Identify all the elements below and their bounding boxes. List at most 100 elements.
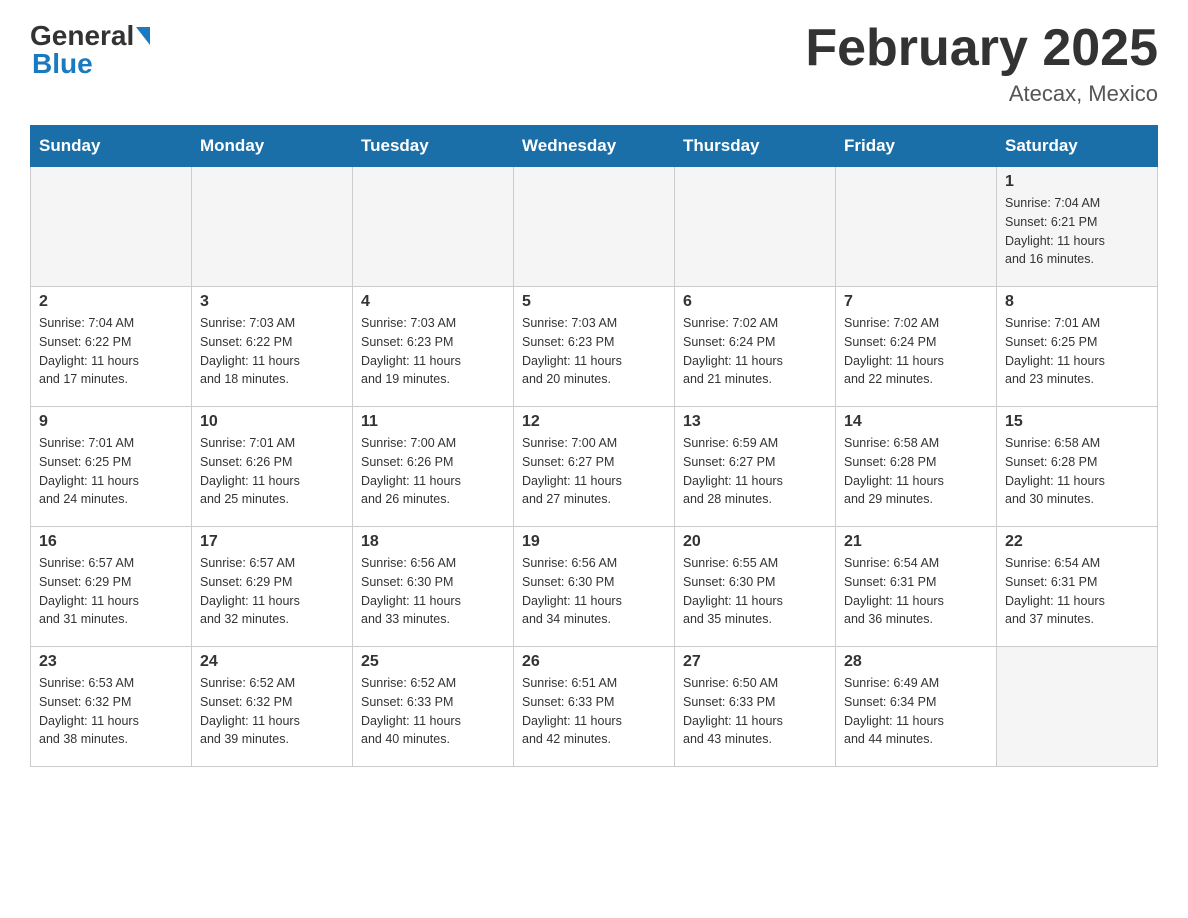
day-number: 28: [844, 653, 988, 671]
calendar-cell: 11 Sunrise: 7:00 AM Sunset: 6:26 PM Dayli…: [353, 407, 514, 527]
day-number: 20: [683, 533, 827, 551]
calendar-cell: 27 Sunrise: 6:50 AM Sunset: 6:33 PM Dayli…: [675, 647, 836, 767]
calendar-cell: 9 Sunrise: 7:01 AM Sunset: 6:25 PM Daylig…: [31, 407, 192, 527]
day-info: Sunrise: 6:52 AM Sunset: 6:33 PM Dayligh…: [361, 674, 505, 749]
calendar-cell: [31, 167, 192, 287]
calendar-cell: 17 Sunrise: 6:57 AM Sunset: 6:29 PM Dayli…: [192, 527, 353, 647]
calendar-week-row: 23 Sunrise: 6:53 AM Sunset: 6:32 PM Dayli…: [31, 647, 1158, 767]
weekday-header-row: Sunday Monday Tuesday Wednesday Thursday…: [31, 126, 1158, 167]
day-number: 14: [844, 413, 988, 431]
day-info: Sunrise: 7:04 AM Sunset: 6:22 PM Dayligh…: [39, 314, 183, 389]
calendar-cell: 7 Sunrise: 7:02 AM Sunset: 6:24 PM Daylig…: [836, 287, 997, 407]
calendar-cell: 2Sunrise: 7:04 AM Sunset: 6:22 PM Daylig…: [31, 287, 192, 407]
day-number: 9: [39, 413, 183, 431]
day-info: Sunrise: 7:01 AM Sunset: 6:26 PM Dayligh…: [200, 434, 344, 509]
header-thursday: Thursday: [675, 126, 836, 167]
calendar-cell: [192, 167, 353, 287]
calendar-cell: [997, 647, 1158, 767]
day-info: Sunrise: 6:53 AM Sunset: 6:32 PM Dayligh…: [39, 674, 183, 749]
calendar-cell: 28Sunrise: 6:49 AM Sunset: 6:34 PM Dayli…: [836, 647, 997, 767]
day-info: Sunrise: 7:00 AM Sunset: 6:26 PM Dayligh…: [361, 434, 505, 509]
day-number: 16: [39, 533, 183, 551]
header-monday: Monday: [192, 126, 353, 167]
calendar-cell: 24Sunrise: 6:52 AM Sunset: 6:32 PM Dayli…: [192, 647, 353, 767]
logo-arrow-icon: [136, 27, 150, 45]
calendar-cell: 18 Sunrise: 6:56 AM Sunset: 6:30 PM Dayli…: [353, 527, 514, 647]
day-number: 24: [200, 653, 344, 671]
day-info: Sunrise: 6:51 AM Sunset: 6:33 PM Dayligh…: [522, 674, 666, 749]
calendar-cell: 6 Sunrise: 7:02 AM Sunset: 6:24 PM Daylig…: [675, 287, 836, 407]
calendar-week-row: 16 Sunrise: 6:57 AM Sunset: 6:29 PM Dayli…: [31, 527, 1158, 647]
day-info: Sunrise: 6:58 AM Sunset: 6:28 PM Dayligh…: [1005, 434, 1149, 509]
calendar-title: February 2025: [805, 20, 1158, 77]
calendar-cell: 14 Sunrise: 6:58 AM Sunset: 6:28 PM Dayli…: [836, 407, 997, 527]
day-number: 6: [683, 293, 827, 311]
header-sunday: Sunday: [31, 126, 192, 167]
day-info: Sunrise: 6:50 AM Sunset: 6:33 PM Dayligh…: [683, 674, 827, 749]
day-number: 22: [1005, 533, 1149, 551]
calendar-cell: 16 Sunrise: 6:57 AM Sunset: 6:29 PM Dayli…: [31, 527, 192, 647]
page-header: General Blue February 2025 Atecax, Mexic…: [30, 20, 1158, 107]
calendar-cell: 8 Sunrise: 7:01 AM Sunset: 6:25 PM Daylig…: [997, 287, 1158, 407]
day-number: 7: [844, 293, 988, 311]
day-info: Sunrise: 6:54 AM Sunset: 6:31 PM Dayligh…: [1005, 554, 1149, 629]
calendar-cell: 13 Sunrise: 6:59 AM Sunset: 6:27 PM Dayli…: [675, 407, 836, 527]
calendar-cell: 23 Sunrise: 6:53 AM Sunset: 6:32 PM Dayli…: [31, 647, 192, 767]
title-block: February 2025 Atecax, Mexico: [805, 20, 1158, 107]
day-info: Sunrise: 6:57 AM Sunset: 6:29 PM Dayligh…: [200, 554, 344, 629]
calendar-week-row: 1Sunrise: 7:04 AM Sunset: 6:21 PM Daylig…: [31, 167, 1158, 287]
day-number: 25: [361, 653, 505, 671]
calendar-cell: 26Sunrise: 6:51 AM Sunset: 6:33 PM Dayli…: [514, 647, 675, 767]
day-info: Sunrise: 6:56 AM Sunset: 6:30 PM Dayligh…: [522, 554, 666, 629]
day-number: 21: [844, 533, 988, 551]
day-info: Sunrise: 6:57 AM Sunset: 6:29 PM Dayligh…: [39, 554, 183, 629]
day-number: 17: [200, 533, 344, 551]
calendar-cell: 5Sunrise: 7:03 AM Sunset: 6:23 PM Daylig…: [514, 287, 675, 407]
calendar-cell: 10 Sunrise: 7:01 AM Sunset: 6:26 PM Dayli…: [192, 407, 353, 527]
day-number: 23: [39, 653, 183, 671]
day-info: Sunrise: 6:56 AM Sunset: 6:30 PM Dayligh…: [361, 554, 505, 629]
calendar-cell: [836, 167, 997, 287]
calendar-cell: [675, 167, 836, 287]
calendar-cell: 12Sunrise: 7:00 AM Sunset: 6:27 PM Dayli…: [514, 407, 675, 527]
header-friday: Friday: [836, 126, 997, 167]
day-info: Sunrise: 7:01 AM Sunset: 6:25 PM Dayligh…: [39, 434, 183, 509]
header-wednesday: Wednesday: [514, 126, 675, 167]
calendar-week-row: 2Sunrise: 7:04 AM Sunset: 6:22 PM Daylig…: [31, 287, 1158, 407]
calendar-table: Sunday Monday Tuesday Wednesday Thursday…: [30, 125, 1158, 767]
calendar-cell: [353, 167, 514, 287]
calendar-cell: 25 Sunrise: 6:52 AM Sunset: 6:33 PM Dayli…: [353, 647, 514, 767]
day-number: 13: [683, 413, 827, 431]
day-info: Sunrise: 7:02 AM Sunset: 6:24 PM Dayligh…: [844, 314, 988, 389]
calendar-cell: 20 Sunrise: 6:55 AM Sunset: 6:30 PM Dayli…: [675, 527, 836, 647]
day-number: 5: [522, 293, 666, 311]
calendar-cell: 3Sunrise: 7:03 AM Sunset: 6:22 PM Daylig…: [192, 287, 353, 407]
header-tuesday: Tuesday: [353, 126, 514, 167]
calendar-cell: 1Sunrise: 7:04 AM Sunset: 6:21 PM Daylig…: [997, 167, 1158, 287]
day-number: 8: [1005, 293, 1149, 311]
day-number: 11: [361, 413, 505, 431]
logo: General Blue: [30, 20, 152, 80]
day-number: 10: [200, 413, 344, 431]
day-info: Sunrise: 7:00 AM Sunset: 6:27 PM Dayligh…: [522, 434, 666, 509]
day-info: Sunrise: 6:55 AM Sunset: 6:30 PM Dayligh…: [683, 554, 827, 629]
calendar-cell: 15 Sunrise: 6:58 AM Sunset: 6:28 PM Dayli…: [997, 407, 1158, 527]
day-number: 19: [522, 533, 666, 551]
day-info: Sunrise: 6:58 AM Sunset: 6:28 PM Dayligh…: [844, 434, 988, 509]
day-info: Sunrise: 7:02 AM Sunset: 6:24 PM Dayligh…: [683, 314, 827, 389]
day-number: 3: [200, 293, 344, 311]
calendar-subtitle: Atecax, Mexico: [805, 81, 1158, 107]
day-info: Sunrise: 7:03 AM Sunset: 6:23 PM Dayligh…: [361, 314, 505, 389]
calendar-cell: 19 Sunrise: 6:56 AM Sunset: 6:30 PM Dayli…: [514, 527, 675, 647]
day-info: Sunrise: 7:01 AM Sunset: 6:25 PM Dayligh…: [1005, 314, 1149, 389]
day-number: 18: [361, 533, 505, 551]
logo-blue-text: Blue: [30, 48, 93, 80]
day-number: 27: [683, 653, 827, 671]
day-number: 4: [361, 293, 505, 311]
day-info: Sunrise: 6:59 AM Sunset: 6:27 PM Dayligh…: [683, 434, 827, 509]
calendar-cell: 22 Sunrise: 6:54 AM Sunset: 6:31 PM Dayli…: [997, 527, 1158, 647]
day-info: Sunrise: 7:04 AM Sunset: 6:21 PM Dayligh…: [1005, 194, 1149, 269]
day-number: 15: [1005, 413, 1149, 431]
calendar-cell: [514, 167, 675, 287]
calendar-cell: 21Sunrise: 6:54 AM Sunset: 6:31 PM Dayli…: [836, 527, 997, 647]
